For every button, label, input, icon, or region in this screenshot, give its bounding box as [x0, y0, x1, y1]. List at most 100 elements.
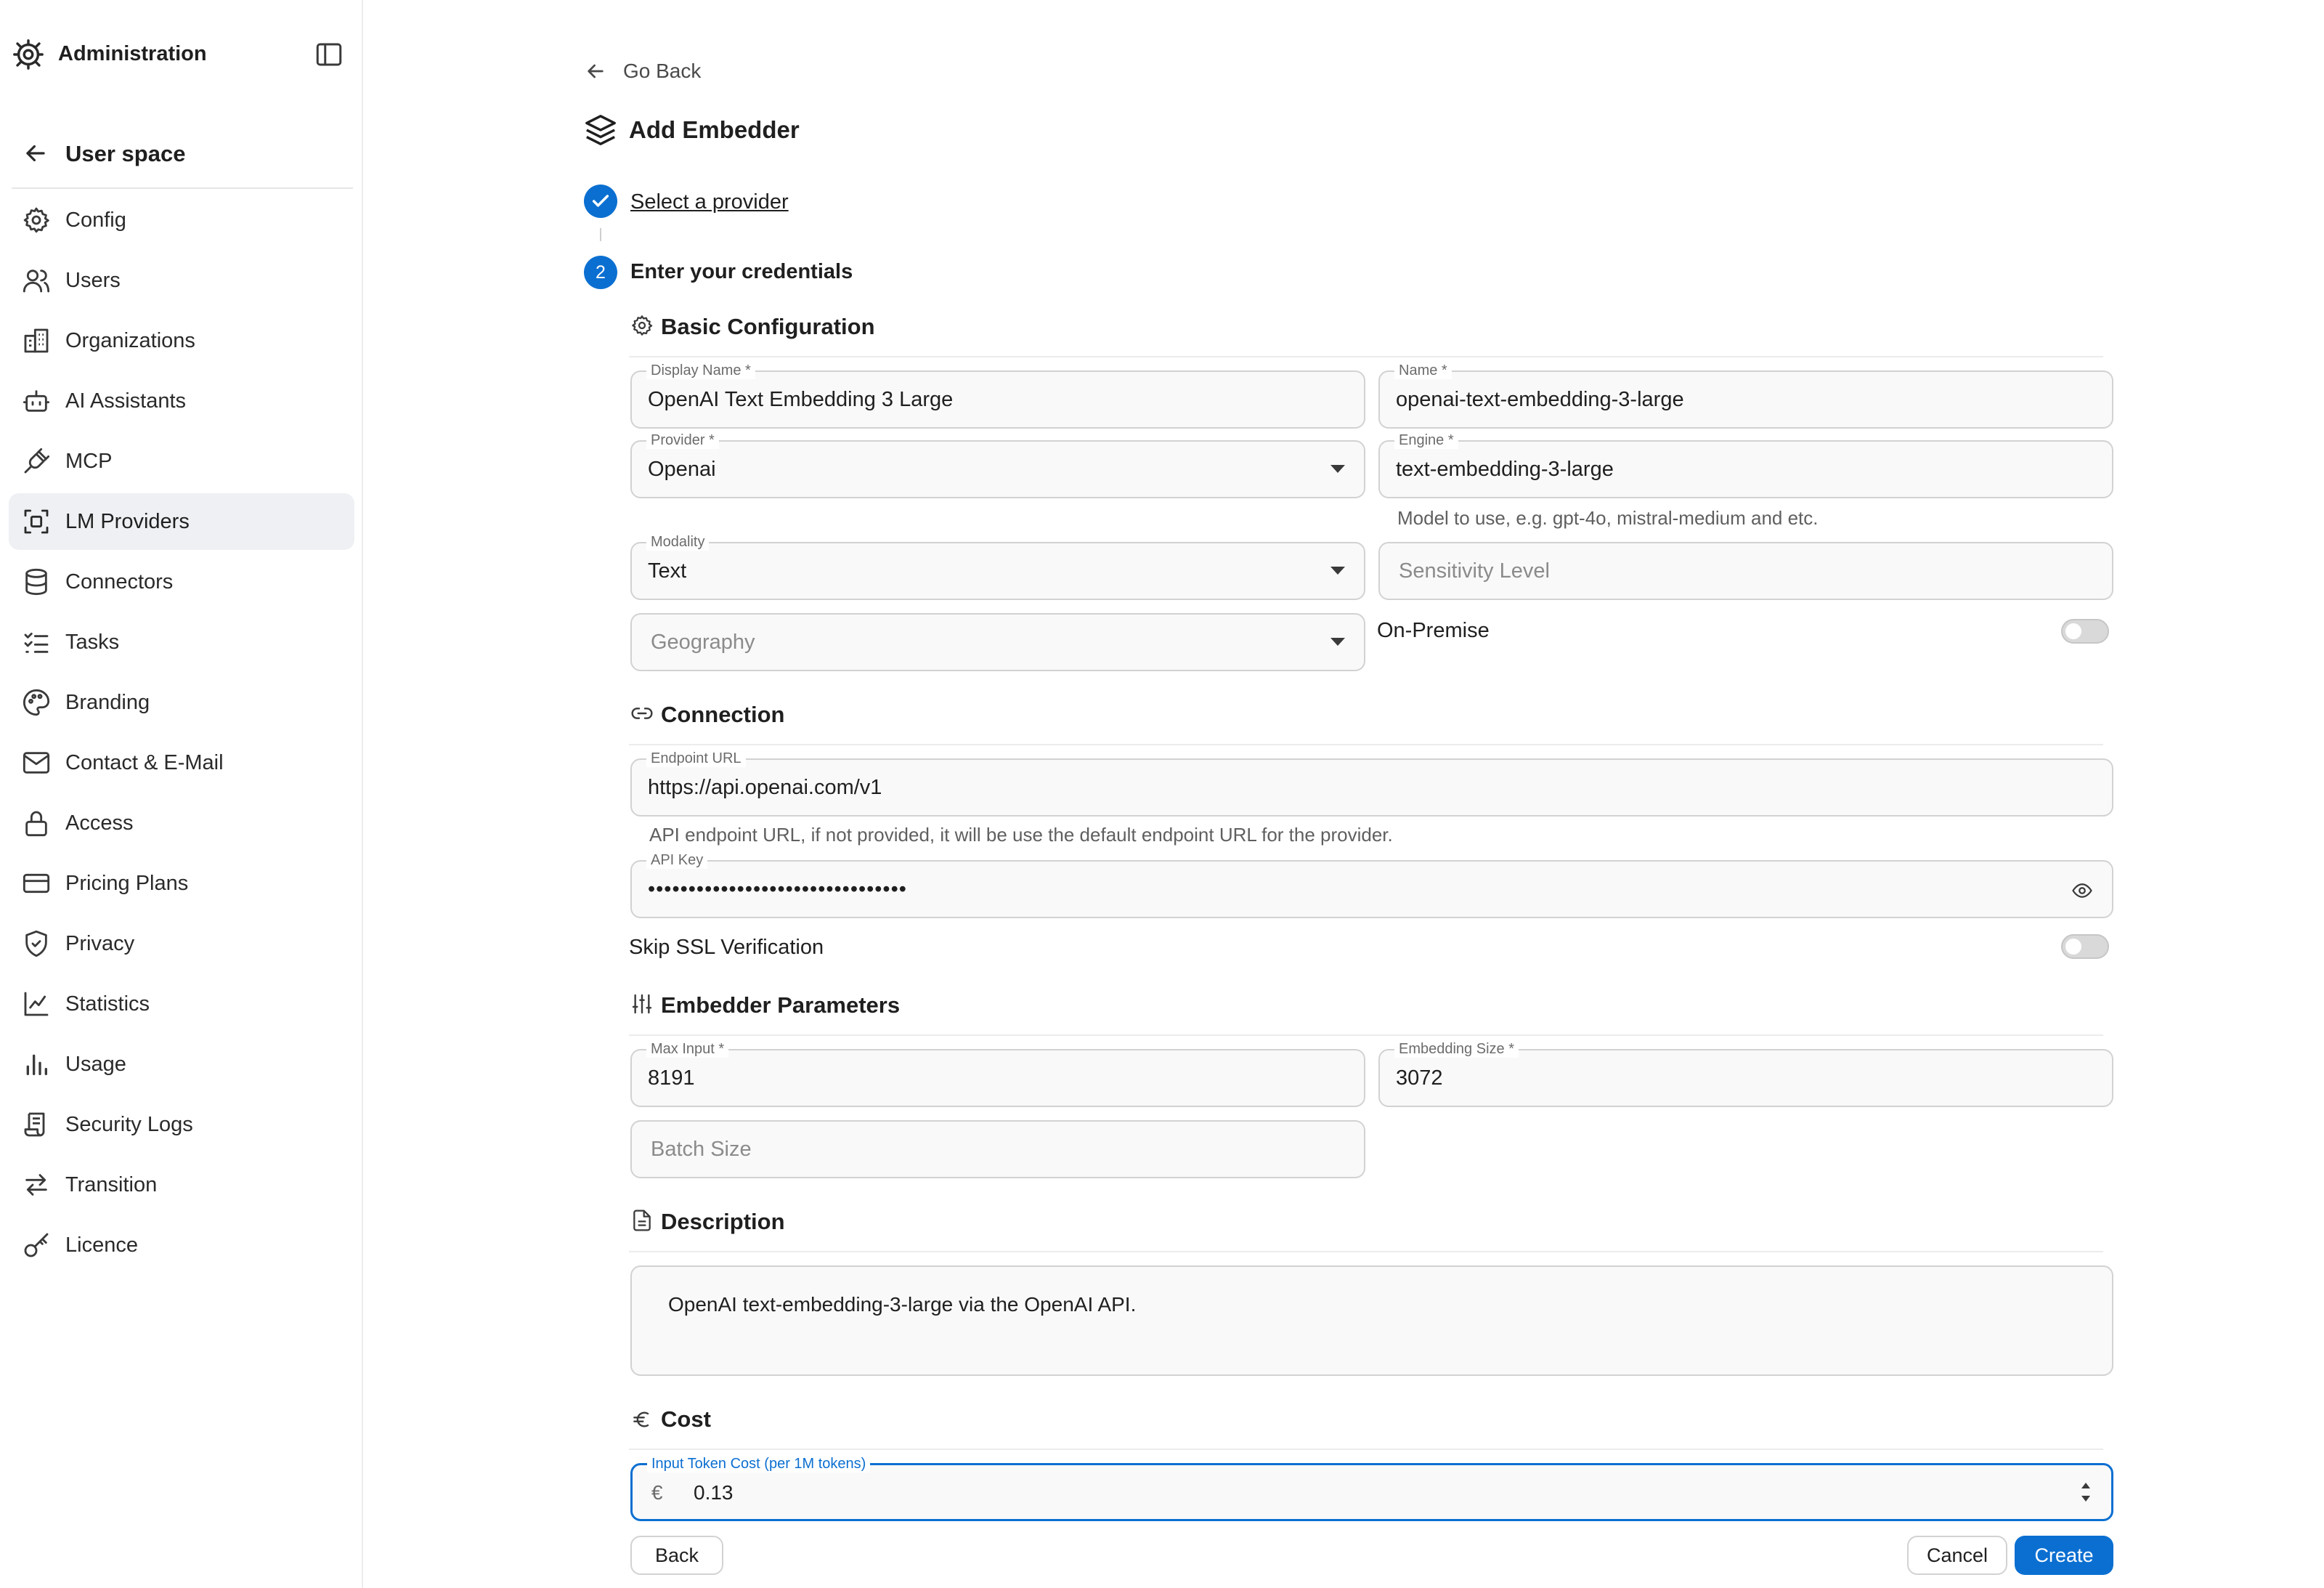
sidebar-item-organizations[interactable]: Organizations [9, 312, 354, 369]
key-icon [22, 1231, 51, 1260]
sidebar-item-usage[interactable]: Usage [9, 1036, 354, 1093]
building-icon [22, 326, 51, 355]
arrow-left-icon [22, 139, 49, 167]
sidebar-item-lm-providers[interactable]: LM Providers [9, 493, 354, 550]
sensitivity-level-field[interactable]: Sensitivity Level [1378, 542, 2113, 600]
field-label: Input Token Cost (per 1M tokens) [647, 1455, 871, 1472]
sidebar-item-label: LM Providers [65, 509, 190, 533]
sidebar-item-mcp[interactable]: MCP [9, 433, 354, 490]
section-connection-title: Connection [661, 702, 785, 727]
sidebar-item-transition[interactable]: Transition [9, 1156, 354, 1213]
field-value: OpenAI text-embedding-3-large via the Op… [668, 1293, 1137, 1316]
stepper-down-icon[interactable] [2081, 1496, 2090, 1502]
field-value: https://api.openai.com/v1 [648, 775, 882, 799]
sidebar-item-statistics[interactable]: Statistics [9, 976, 354, 1032]
create-button[interactable]: Create [2015, 1536, 2113, 1575]
currency-symbol: € [651, 1481, 663, 1504]
display-name-field[interactable]: Display Name * OpenAI Text Embedding 3 L… [630, 362, 1365, 429]
arrow-left-icon [584, 60, 607, 83]
users-icon [22, 266, 51, 295]
sidebar-divider [12, 187, 353, 189]
toggle-knob [2065, 939, 2081, 955]
sidebar-item-label: Branding [65, 690, 150, 714]
field-placeholder: Geography [651, 630, 755, 654]
link-icon [630, 702, 654, 725]
check-icon [590, 191, 611, 211]
section-basic-title: Basic Configuration [661, 314, 875, 339]
sidebar-item-access[interactable]: Access [9, 795, 354, 851]
sidebar-item-label: Organizations [65, 328, 195, 352]
step-1-label[interactable]: Select a provider [630, 190, 789, 214]
eye-icon[interactable] [2071, 880, 2093, 902]
dropdown-arrow-icon [1330, 465, 1345, 473]
field-value: 0.13 [694, 1481, 734, 1504]
sidebar-item-config[interactable]: Config [9, 192, 354, 248]
database-icon [22, 567, 51, 596]
go-back-link[interactable]: Go Back [584, 57, 707, 86]
sidebar-item-ai-assistants[interactable]: AI Assistants [9, 373, 354, 429]
endpoint-helper-text: API endpoint URL, if not provided, it wi… [649, 824, 1393, 846]
bar-chart-icon [22, 1050, 51, 1079]
sidebar-item-label: Users [65, 268, 121, 292]
admin-logo-icon [12, 38, 45, 71]
field-value: •••••••••••••••••••••••••••••••• [648, 877, 907, 901]
api-key-field[interactable]: API Key •••••••••••••••••••••••••••••••• [630, 851, 2113, 918]
on-premise-toggle[interactable] [2061, 619, 2109, 644]
sidebar-item-privacy[interactable]: Privacy [9, 915, 354, 972]
endpoint-url-field[interactable]: Endpoint URL https://api.openai.com/v1 [630, 750, 2113, 817]
on-premise-label: On-Premise [1377, 619, 1490, 642]
sidebar-item-licence[interactable]: Licence [9, 1217, 354, 1273]
sidebar-item-label: Statistics [65, 992, 150, 1016]
step-connector [600, 228, 601, 241]
sidebar-item-pricing-plans[interactable]: Pricing Plans [9, 855, 354, 912]
stepper-up-icon[interactable] [2081, 1483, 2090, 1488]
toggle-knob [2065, 623, 2081, 639]
name-field[interactable]: Name * openai-text-embedding-3-large [1378, 362, 2113, 429]
credit-card-icon [22, 869, 51, 898]
sidebar-item-connectors[interactable]: Connectors [9, 554, 354, 610]
sidebar-item-users[interactable]: Users [9, 252, 354, 309]
step-2-indicator: 2 [584, 256, 617, 289]
sidebar-item-label: Usage [65, 1052, 126, 1076]
sidebar-title: Administration [58, 42, 207, 65]
geography-select[interactable]: Geography [630, 613, 1365, 671]
sidebar-item-contact-email[interactable]: Contact & E-Mail [9, 734, 354, 791]
gear-icon [22, 206, 51, 235]
sidebar-item-label: Access [65, 811, 134, 835]
field-value: OpenAI Text Embedding 3 Large [648, 387, 954, 411]
engine-field[interactable]: Engine * text-embedding-3-large [1378, 432, 2113, 498]
field-placeholder: Sensitivity Level [1399, 559, 1550, 583]
sidebar-item-label: Connectors [65, 570, 174, 594]
sidebar-item-label: Tasks [65, 630, 120, 654]
toggle-sidebar-icon[interactable] [314, 39, 344, 70]
sidebar-item-label: AI Assistants [65, 389, 187, 413]
section-params-title: Embedder Parameters [661, 992, 901, 1018]
description-textarea[interactable]: OpenAI text-embedding-3-large via the Op… [630, 1265, 2113, 1376]
sidebar-item-security-logs[interactable]: Security Logs [9, 1096, 354, 1153]
section-divider [629, 1251, 2103, 1252]
sliders-icon [630, 992, 654, 1016]
back-to-user-space[interactable]: User space [9, 131, 354, 176]
embedding-size-field[interactable]: Embedding Size * 3072 [1378, 1040, 2113, 1107]
modality-select[interactable]: Modality Text [630, 533, 1365, 600]
sidebar-item-label: Security Logs [65, 1112, 193, 1136]
max-input-field[interactable]: Max Input * 8191 [630, 1040, 1365, 1107]
engine-helper-text: Model to use, e.g. gpt-4o, mistral-mediu… [1397, 507, 1819, 529]
sidebar-item-label: Privacy [65, 931, 135, 955]
skip-ssl-toggle[interactable] [2061, 934, 2109, 959]
field-value: Text [648, 559, 687, 583]
sidebar-item-label: Contact & E-Mail [65, 750, 224, 774]
batch-size-field[interactable]: Batch Size [630, 1120, 1365, 1178]
section-divider [629, 1449, 2103, 1450]
mail-icon [22, 748, 51, 777]
section-divider [629, 744, 2103, 745]
sidebar-item-branding[interactable]: Branding [9, 674, 354, 731]
number-stepper[interactable] [2079, 1480, 2092, 1506]
field-value: openai-text-embedding-3-large [1396, 387, 1684, 411]
back-button[interactable]: Back [630, 1536, 723, 1575]
sidebar-item-tasks[interactable]: Tasks [9, 614, 354, 671]
line-chart-icon [22, 989, 51, 1018]
provider-select[interactable]: Provider * Openai [630, 432, 1365, 498]
input-token-cost-field[interactable]: Input Token Cost (per 1M tokens) € 0.13 [630, 1455, 2113, 1521]
cancel-button[interactable]: Cancel [1907, 1536, 2007, 1575]
